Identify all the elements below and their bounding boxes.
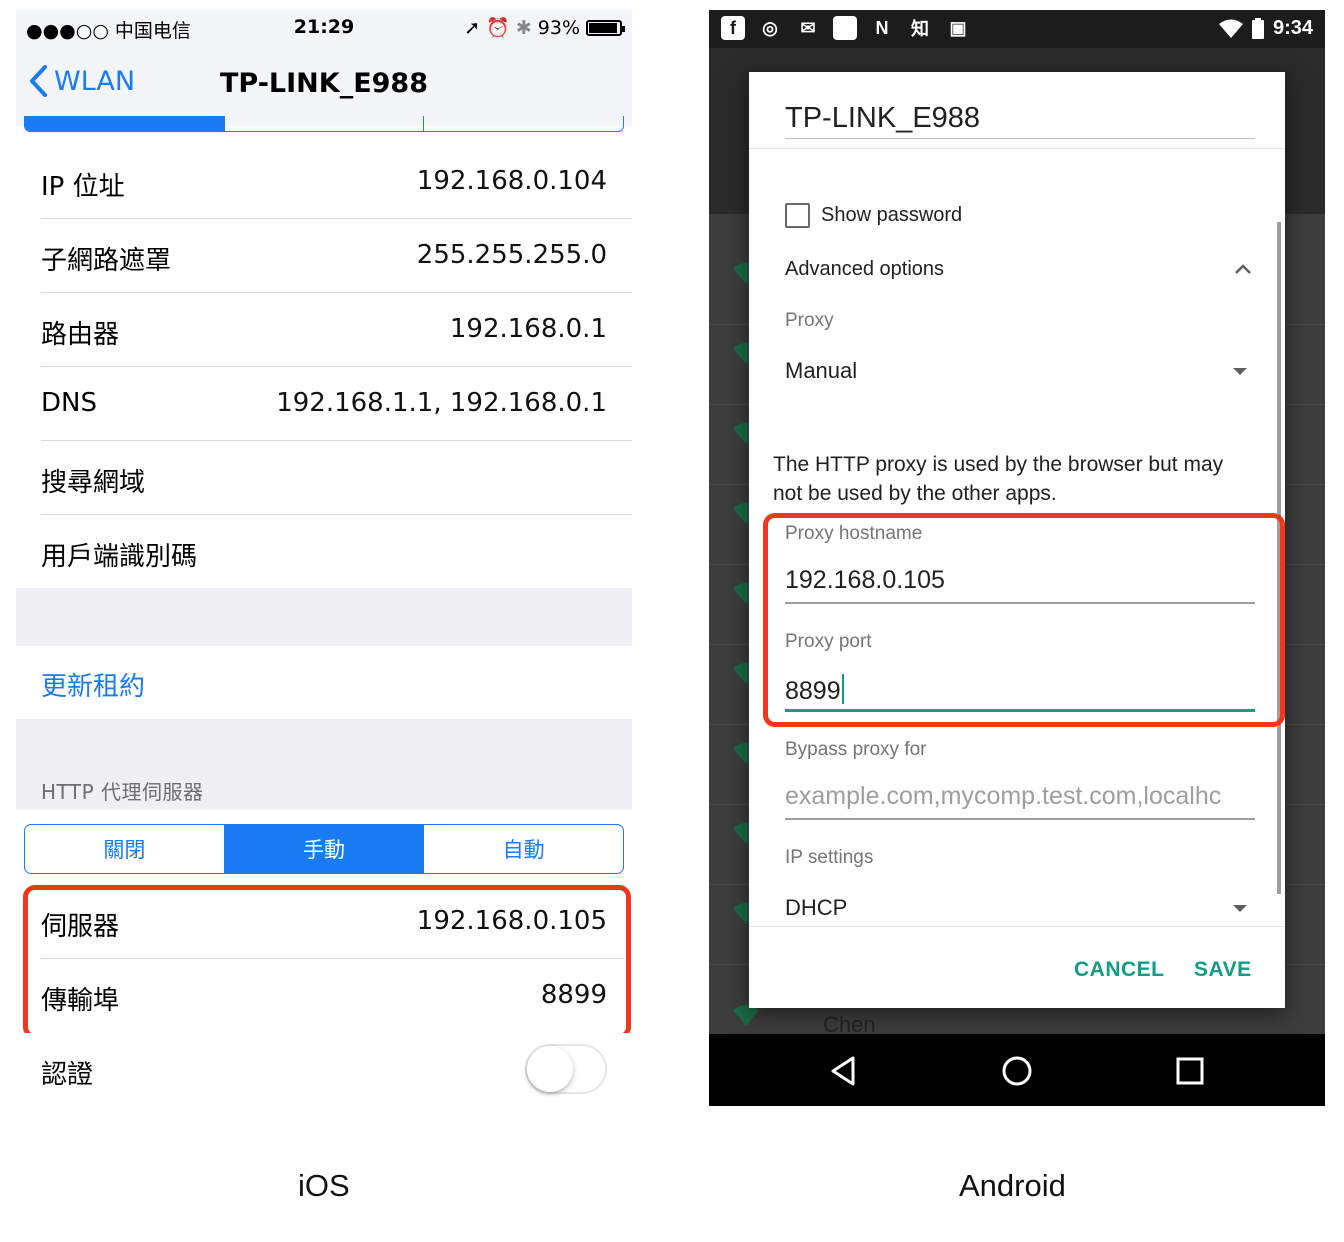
divider — [749, 148, 1285, 149]
ios-nav-bar: WLAN TP-LINK_E988 — [16, 46, 632, 126]
zhihu-icon: 知 — [911, 19, 929, 39]
status-right: ➚ ⏰ ✱ 93% — [464, 16, 625, 39]
section-gap — [16, 588, 632, 646]
proxy-mode-segment[interactable]: 關閉 手動 自動 — [24, 824, 624, 874]
gmail-icon: ✉ — [800, 17, 816, 38]
proxy-section-header: HTTP 代理伺服器 — [16, 719, 632, 810]
battery-icon — [586, 19, 625, 36]
renew-lease-row[interactable]: 更新租約 — [16, 646, 632, 719]
row-label: 用戶端識別碼 — [41, 542, 198, 572]
home-circle-icon[interactable] — [1000, 1054, 1034, 1088]
facebook-icon: f — [721, 16, 745, 40]
chrome-icon: ◎ — [762, 17, 778, 38]
proxy-section-title: HTTP 代理伺服器 — [41, 780, 204, 804]
row-dns: DNS 192.168.1.1, 192.168.0.1 — [16, 367, 632, 441]
proxy-note: The HTTP proxy is used by the browser bu… — [773, 453, 1224, 505]
status-time: 9:34 — [1272, 17, 1313, 39]
proxy-mode-manual[interactable]: 手動 — [224, 825, 425, 873]
ip-settings-select[interactable]: DHCP — [785, 895, 847, 921]
dialog-title: TP-LINK_E988 — [785, 102, 981, 134]
ip-settings-label: IP settings — [785, 847, 874, 868]
row-search-domain[interactable]: 搜尋網域 — [16, 441, 632, 515]
android-caption: Android — [959, 1168, 1066, 1203]
proxy-mode-auto[interactable]: 自動 — [424, 825, 623, 873]
dropdown-arrow-icon[interactable] — [1233, 905, 1247, 912]
advanced-options-label[interactable]: Advanced options — [785, 258, 944, 281]
row-router: 路由器 192.168.0.1 — [16, 293, 632, 367]
bypass-underline — [785, 818, 1255, 820]
auth-toggle[interactable] — [525, 1044, 607, 1094]
ios-screen: ●●●○○ 中国电信 21:29 ➚ ⏰ ✱ 93% WLAN TP-LINK_… — [16, 10, 632, 1110]
row-subnet-mask: 子網路遮罩 255.255.255.0 — [16, 219, 632, 293]
dropdown-arrow-icon[interactable] — [1233, 368, 1247, 375]
ios-caption: iOS — [298, 1168, 350, 1203]
row-label: DNS — [41, 388, 97, 418]
wifi-signal-icon — [1218, 19, 1243, 38]
row-value: 192.168.0.1 — [449, 314, 607, 344]
save-button[interactable]: SAVE — [1194, 958, 1252, 982]
row-value: 192.168.1.1, 192.168.0.1 — [276, 388, 607, 418]
row-value: 255.255.255.0 — [416, 240, 607, 270]
battery-icon — [1251, 17, 1264, 39]
cancel-button[interactable]: CANCEL — [1074, 958, 1165, 982]
row-value: 192.168.0.104 — [416, 166, 607, 196]
android-status-bar: f ◎ ✉ N 知 ▣ 9:34 — [709, 10, 1325, 48]
title-underline — [785, 138, 1255, 139]
chevron-up-icon[interactable] — [1233, 262, 1253, 276]
alarm-icon: ⏰ — [486, 17, 510, 39]
row-label: 搜尋網域 — [41, 468, 146, 498]
app-icon — [833, 16, 857, 40]
row-ip-address: IP 位址 192.168.0.104 — [16, 145, 632, 219]
android-screen: f ◎ ✉ N 知 ▣ 9:34 Chen TP-LINK_E988 Show … — [709, 10, 1325, 1106]
row-label: IP 位址 — [41, 172, 125, 202]
toggle-knob — [527, 1046, 573, 1092]
bypass-proxy-input[interactable]: example.com,mycomp.test.com,localhc — [785, 782, 1255, 811]
back-triangle-icon[interactable] — [827, 1054, 861, 1088]
dhcp-segment-peek[interactable] — [24, 116, 624, 132]
divider — [749, 926, 1285, 927]
ios-status-bar: ●●●○○ 中国电信 21:29 ➚ ⏰ ✱ 93% — [16, 10, 632, 46]
row-label: 子網路遮罩 — [41, 246, 172, 276]
clipboard-icon: ▣ — [949, 17, 967, 38]
recents-square-icon[interactable] — [1173, 1054, 1207, 1088]
n-icon: N — [875, 17, 889, 38]
location-icon: ➚ — [464, 16, 481, 39]
page-title: TP-LINK_E988 — [219, 68, 428, 99]
highlight-box — [763, 513, 1285, 727]
row-label: 路由器 — [41, 320, 120, 350]
renew-lease-button[interactable]: 更新租約 — [41, 666, 145, 703]
highlight-box — [23, 885, 631, 1039]
proxy-select[interactable]: Manual — [785, 358, 857, 384]
bypass-proxy-label: Bypass proxy for — [785, 739, 927, 760]
proxy-mode-off[interactable]: 關閉 — [25, 825, 225, 873]
battery-percent: 93% — [537, 16, 580, 39]
row-label: 認證 — [41, 1060, 94, 1090]
bluetooth-icon: ✱ — [515, 16, 532, 39]
show-password-checkbox[interactable] — [785, 203, 810, 228]
row-client-id[interactable]: 用戶端識別碼 — [16, 515, 632, 589]
android-nav-bar — [709, 1034, 1325, 1106]
show-password-label[interactable]: Show password — [821, 204, 962, 227]
proxy-label: Proxy — [785, 310, 834, 331]
